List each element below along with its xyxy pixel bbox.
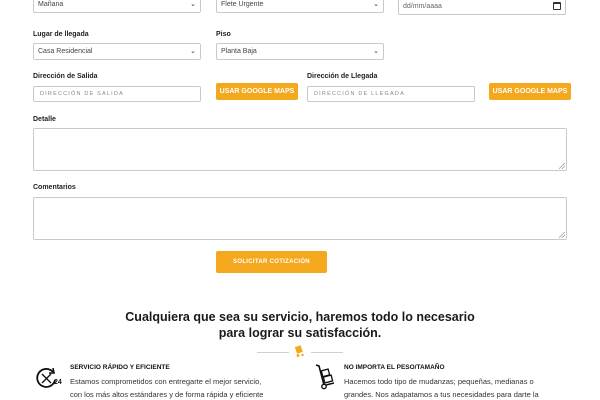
lugar-select[interactable]: Casa Residencial ⌄ bbox=[33, 43, 201, 60]
feature-text-2-line-2: grandes. Nos adapatamos a tus necesidade… bbox=[344, 390, 539, 399]
direccion-llegada-label: Dirección de Llegada bbox=[307, 73, 378, 80]
resize-grip-icon[interactable] bbox=[559, 232, 565, 238]
servicio-select[interactable]: Flete Urgente ⌄ bbox=[216, 0, 384, 13]
feature-text-2-line-1: Hacemos todo tipo de mudanzas; pequeñas,… bbox=[344, 377, 534, 386]
detalle-label: Detalle bbox=[33, 116, 56, 123]
hora-select[interactable]: Mañana ⌄ bbox=[33, 0, 201, 13]
clock-24-icon: 24 bbox=[36, 366, 64, 390]
headline-line-1: Cualquiera que sea su servicio, haremos … bbox=[125, 310, 475, 324]
piso-label: Piso bbox=[216, 31, 231, 38]
hand-truck-icon bbox=[313, 363, 337, 391]
chevron-down-icon: ⌄ bbox=[190, 1, 196, 8]
piso-select-value: Planta Baja bbox=[221, 48, 257, 55]
truck-divider-icon bbox=[293, 344, 307, 358]
feature-title-1: SERVICIO RÁPIDO Y EFICIENTE bbox=[70, 364, 170, 371]
divider-left bbox=[257, 352, 289, 353]
section-headline: Cualquiera que sea su servicio, haremos … bbox=[0, 309, 600, 341]
svg-text:24: 24 bbox=[54, 379, 62, 386]
divider-right bbox=[311, 352, 343, 353]
calendar-icon bbox=[553, 2, 561, 10]
lugar-label: Lugar de llegada bbox=[33, 31, 89, 38]
fecha-input-placeholder: dd/mm/aaaa bbox=[403, 3, 442, 10]
direccion-salida-input[interactable]: DIRECCIÓN DE SALIDA bbox=[33, 86, 201, 102]
comentarios-textarea[interactable] bbox=[33, 197, 567, 240]
direccion-salida-placeholder: DIRECCIÓN DE SALIDA bbox=[40, 91, 124, 97]
piso-select[interactable]: Planta Baja ⌄ bbox=[216, 43, 384, 60]
solicitar-cotizacion-button[interactable]: SOLICITAR COTIZACIÓN bbox=[216, 251, 327, 273]
feature-text-1: Estamos comprometidos con entregarte el … bbox=[70, 375, 295, 400]
feature-text-1-line-2: con los más altos estándares y de forma … bbox=[70, 390, 264, 399]
direccion-llegada-input[interactable]: DIRECCIÓN DE LLEGADA bbox=[307, 86, 475, 102]
hora-select-value: Mañana bbox=[38, 1, 64, 8]
direccion-salida-label: Dirección de Salida bbox=[33, 73, 98, 80]
feature-title-2: NO IMPORTA EL PESO/TAMAÑO bbox=[344, 364, 445, 371]
chevron-down-icon: ⌄ bbox=[190, 48, 196, 55]
resize-grip-icon[interactable] bbox=[559, 163, 565, 169]
detalle-textarea[interactable] bbox=[33, 128, 567, 171]
llegada-google-maps-button[interactable]: USAR GOOGLE MAPS bbox=[489, 83, 571, 100]
chevron-down-icon: ⌄ bbox=[373, 1, 379, 8]
chevron-down-icon: ⌄ bbox=[373, 48, 379, 55]
lugar-select-value: Casa Residencial bbox=[38, 48, 93, 55]
salida-google-maps-button[interactable]: USAR GOOGLE MAPS bbox=[216, 83, 298, 100]
headline-line-2: para lograr su satisfacción. bbox=[218, 326, 382, 340]
feature-text-1-line-1: Estamos comprometidos con entregarte el … bbox=[70, 377, 262, 386]
servicio-select-value: Flete Urgente bbox=[221, 1, 264, 8]
comentarios-label: Comentarios bbox=[33, 184, 76, 191]
feature-text-2: Hacemos todo tipo de mudanzas; pequeñas,… bbox=[344, 375, 569, 400]
direccion-llegada-placeholder: DIRECCIÓN DE LLEGADA bbox=[314, 91, 405, 97]
fecha-input[interactable]: dd/mm/aaaa bbox=[398, 0, 566, 15]
